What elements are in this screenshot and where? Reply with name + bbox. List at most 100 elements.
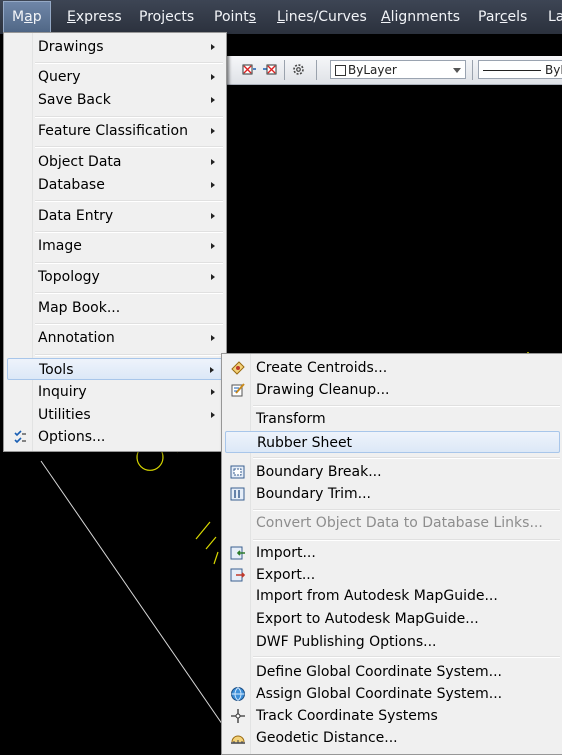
create-centroids-icon [231,361,245,375]
menu-item-label: Feature Classification [38,123,188,139]
map-menu-item-annotation[interactable]: Annotation [7,327,223,349]
chevron-down-icon [453,68,461,73]
tools-item-rubber-sheet[interactable]: Rubber Sheet [225,431,560,453]
menu-item-label: Options... [38,429,106,445]
properties-toolbar: ByLayer ByL [224,56,562,85]
menu-item-label: Drawing Cleanup... [256,382,390,398]
menu-express[interactable]: Express [67,0,122,34]
map-menu-item-tools[interactable]: Tools [7,358,223,380]
map-menu-item-drawings[interactable]: Drawings [7,36,223,58]
layer-color-combo[interactable]: ByLayer [330,60,466,79]
submenu-arrow-icon [211,243,215,249]
cad-arc [136,448,164,471]
map-menu-item-options[interactable]: Options... [7,426,223,448]
menu-la-truncated[interactable]: La [548,0,562,34]
menu-separator [35,231,223,233]
tools-item-export[interactable]: Export... [225,564,560,586]
submenu-arrow-icon [211,182,215,188]
menu-item-label: Drawings [38,39,104,55]
menu-item-label: Export... [256,567,316,583]
menu-item-label: Inquiry [38,384,87,400]
settings-gear-icon[interactable] [291,62,306,77]
menu-lines-curves[interactable]: Lines/Curves [277,0,367,34]
layer-delete-icon[interactable] [262,62,277,77]
map-menu-item-image[interactable]: Image [7,235,223,257]
layer-color-value: ByLayer [348,63,397,77]
cad-line [40,460,239,747]
tools-item-geodetic-distance[interactable]: Geodetic Distance... [225,727,560,749]
menu-item-label: Annotation [38,330,115,346]
menu-item-label: Assign Global Coordinate System... [256,686,503,702]
map-menu-item-query[interactable]: Query [7,66,223,88]
map-menu-item-topology[interactable]: Topology [7,266,223,288]
menu-item-label: Boundary Trim... [256,486,372,502]
menu-item-label: Create Centroids... [256,360,388,376]
menu-points[interactable]: Points [214,0,256,34]
drawing-cleanup-icon [231,383,245,397]
menu-item-label: Utilities [38,407,91,423]
menu-item-label: Save Back [38,92,111,108]
menu-separator [35,62,223,64]
map-menu-item-object-data[interactable]: Object Data [7,151,223,173]
map-menu-item-database[interactable]: Database [7,174,223,196]
menu-item-label: Image [38,238,82,254]
tools-item-export-mapguide[interactable]: Export to Autodesk MapGuide... [225,608,560,630]
menu-item-label: Import from Autodesk MapGuide... [256,588,498,604]
menu-separator [253,539,560,541]
menu-item-label: Topology [38,269,100,285]
crosshair-icon [231,709,245,723]
menu-map[interactable]: Map [3,1,51,34]
tools-item-convert-object-data[interactable]: Convert Object Data to Database Links... [225,512,560,534]
linetype-combo[interactable]: ByL [478,60,562,79]
menu-separator [35,146,223,148]
tools-item-boundary-break[interactable]: Boundary Break... [225,461,560,483]
map-menu-item-save-back[interactable]: Save Back [7,89,223,111]
map-menu-item-utilities[interactable]: Utilities [7,404,223,426]
menu-item-label: Rubber Sheet [257,435,353,451]
menu-separator [35,200,223,202]
menu-item-label: Query [38,69,81,85]
menu-item-label: Define Global Coordinate System... [256,664,503,680]
globe-icon [231,687,245,701]
menu-separator [253,457,560,459]
tools-item-track-cs[interactable]: Track Coordinate Systems [225,705,560,727]
map-menu-item-feature-classification[interactable]: Feature Classification [7,120,223,142]
submenu-arrow-icon [211,213,215,219]
menu-item-label: Import... [256,545,316,561]
tools-item-dwf-publishing[interactable]: DWF Publishing Options... [225,631,560,653]
map-menu-item-inquiry[interactable]: Inquiry [7,381,223,403]
menu-item-label: Map Book... [38,300,121,316]
tools-item-create-centroids[interactable]: Create Centroids... [225,357,560,379]
linetype-value: ByL [545,63,562,77]
submenu-arrow-icon [211,159,215,165]
submenu-arrow-icon [211,412,215,418]
submenu-arrow-icon [211,74,215,80]
tools-item-transform[interactable]: Transform [225,408,560,430]
menu-projects[interactable]: Projects [139,0,194,34]
menu-separator [35,354,223,356]
tools-item-define-global-cs[interactable]: Define Global Coordinate System... [225,661,560,683]
menu-item-label: Convert Object Data to Database Links... [256,515,543,531]
tools-item-import[interactable]: Import... [225,542,560,564]
tools-submenu: Create Centroids... Drawing Cleanup... T… [221,353,562,755]
map-menu-item-data-entry[interactable]: Data Entry [7,205,223,227]
menu-separator [253,509,560,511]
import-icon [230,546,245,560]
menu-alignments[interactable]: Alignments [381,0,460,34]
menu-bar: Map Express Projects Points Lines/Curves… [0,0,562,34]
options-checklist-icon [14,430,26,444]
submenu-arrow-icon [211,97,215,103]
match-layer-icon[interactable] [242,62,257,77]
tools-item-drawing-cleanup[interactable]: Drawing Cleanup... [225,379,560,401]
submenu-arrow-icon [211,389,215,395]
toolbar-separator [316,60,317,80]
tools-item-boundary-trim[interactable]: Boundary Trim... [225,483,560,505]
geodetic-distance-icon [231,735,245,744]
menu-separator [35,262,223,264]
tools-item-import-mapguide[interactable]: Import from Autodesk MapGuide... [225,585,560,607]
menu-separator [35,116,223,118]
menu-item-label: Export to Autodesk MapGuide... [256,611,479,627]
tools-item-assign-global-cs[interactable]: Assign Global Coordinate System... [225,683,560,705]
map-menu-item-map-book[interactable]: Map Book... [7,297,223,319]
menu-parcels[interactable]: Parcels [478,0,527,34]
